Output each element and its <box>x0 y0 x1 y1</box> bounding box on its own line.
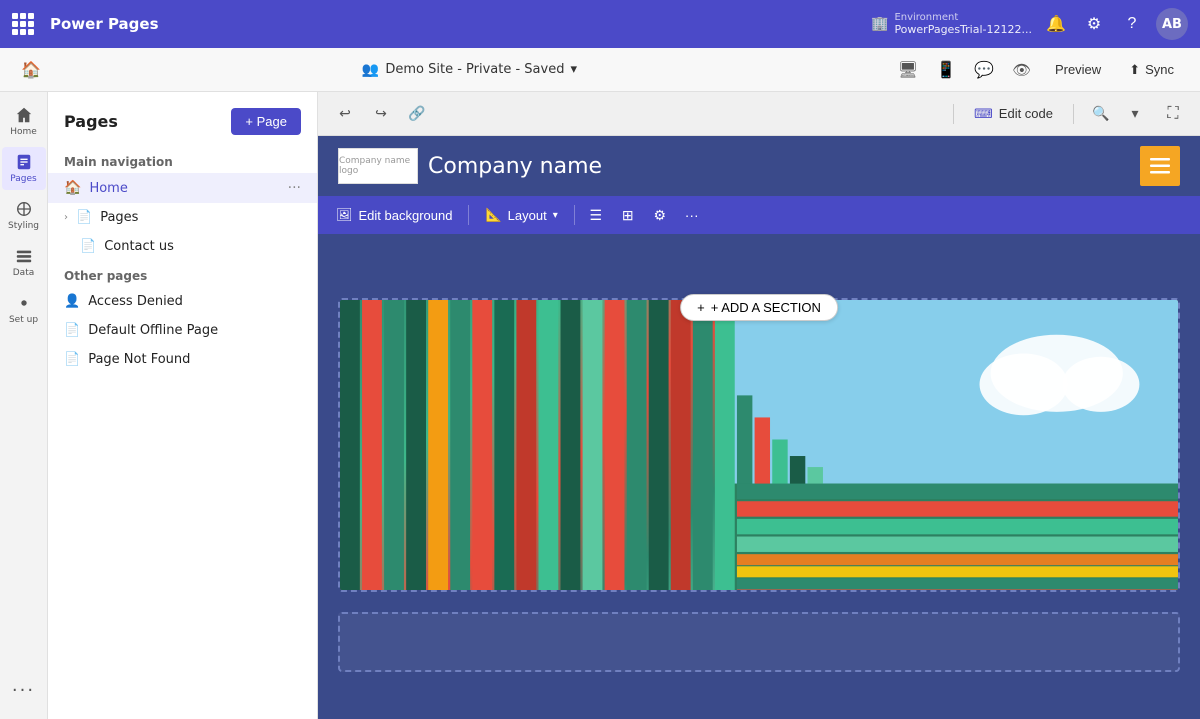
add-section-button[interactable]: + + ADD A SECTION <box>680 294 838 321</box>
sec-separator-1 <box>468 205 469 225</box>
nav-item-pages[interactable]: › 📄 Pages <box>48 203 317 232</box>
sec-separator-2 <box>574 205 575 225</box>
eye-icon[interactable]: 👁 <box>1007 55 1037 85</box>
avatar[interactable]: AB <box>1156 8 1188 40</box>
layout-caret-icon: ▾ <box>553 210 558 221</box>
sidebar-icons: Home Pages Styling Data Set up ··· <box>0 92 48 719</box>
component-settings-icon[interactable]: ⚙ <box>645 200 675 230</box>
align-icon[interactable]: ☰ <box>581 200 611 230</box>
main-layout: Home Pages Styling Data Set up ··· Pages <box>0 92 1200 719</box>
company-logo: Company name logo <box>338 148 418 184</box>
app-name: Power Pages <box>50 15 159 33</box>
site-logo-area: Company name logo Company name <box>338 148 602 184</box>
pages-label: Pages <box>100 210 301 225</box>
desktop-view-icon[interactable]: 🖥 <box>893 55 923 85</box>
notifications-icon[interactable]: 🔔 <box>1042 10 1070 38</box>
sync-label: Sync <box>1145 62 1174 77</box>
preview-button[interactable]: Preview <box>1045 58 1111 81</box>
contact-us-label: Contact us <box>104 239 301 254</box>
page-not-found-icon: 📄 <box>64 352 80 367</box>
preview-label: Preview <box>1055 62 1101 77</box>
link-button[interactable]: 🔗 <box>402 99 432 129</box>
sidebar-item-styling[interactable]: Styling <box>2 194 46 237</box>
hero-image <box>340 300 1178 590</box>
editor-toolbar: ↩ ↪ 🔗 ⌨ Edit code 🔍 ▾ ⛶ <box>318 92 1200 136</box>
edit-bg-icon: 🖼 <box>336 207 353 223</box>
edit-background-label: Edit background <box>359 208 453 223</box>
other-pages-label: Other pages <box>48 261 317 287</box>
page-not-found-label: Page Not Found <box>88 352 301 367</box>
sub-bar: 🏠 👥 Demo Site - Private - Saved ▾ 🖥 📱 💬 … <box>0 48 1200 92</box>
help-icon[interactable]: ? <box>1118 10 1146 38</box>
add-page-button[interactable]: + Page <box>231 108 301 135</box>
access-denied-label: Access Denied <box>88 294 301 309</box>
undo-button[interactable]: ↩ <box>330 99 360 129</box>
site-name: Demo Site - Private - Saved <box>385 62 564 77</box>
add-page-label: + Page <box>245 114 287 129</box>
distribute-icon[interactable]: ⊞ <box>613 200 643 230</box>
nav-item-default-offline[interactable]: 📄 Default Offline Page <box>48 316 317 345</box>
contact-us-icon: 📄 <box>80 239 96 254</box>
access-denied-icon: 👤 <box>64 294 80 309</box>
sidebar-item-data[interactable]: Data <box>2 241 46 284</box>
sidebar-panel: Pages + Page Main navigation 🏠 Home ··· … <box>48 92 318 719</box>
toolbar-divider <box>953 104 954 124</box>
nav-item-home[interactable]: 🏠 Home ··· <box>48 173 317 203</box>
sidebar-item-more[interactable]: ··· <box>2 674 46 707</box>
sidebar-item-setup[interactable]: Set up <box>2 288 46 331</box>
more-options-icon[interactable]: ··· <box>677 200 707 230</box>
env-info: Environment PowerPagesTrial-12122... <box>894 12 1032 36</box>
add-section-label: + ADD A SECTION <box>711 300 821 315</box>
company-name: Company name <box>428 154 602 179</box>
comment-icon[interactable]: 💬 <box>969 55 999 85</box>
top-bar: Power Pages 🏢 Environment PowerPagesTria… <box>0 0 1200 48</box>
page-canvas[interactable]: Company name logo Company name <box>318 136 1200 719</box>
nav-item-access-denied[interactable]: 👤 Access Denied <box>48 287 317 316</box>
panel-title: Pages <box>64 112 118 131</box>
default-offline-icon: 📄 <box>64 323 80 338</box>
home-more-icon[interactable]: ··· <box>288 180 301 196</box>
vscode-icon: ⌨ <box>974 106 993 122</box>
panel-header: Pages + Page <box>48 104 317 147</box>
home-page-icon: 🏠 <box>64 180 81 196</box>
edit-code-label: Edit code <box>999 106 1053 121</box>
lower-section <box>338 612 1180 672</box>
site-header: Company name logo Company name <box>318 136 1200 196</box>
dropdown-caret-icon[interactable]: ▾ <box>570 62 577 77</box>
pages-page-icon: 📄 <box>76 210 92 225</box>
sidebar-item-home[interactable]: Home <box>2 100 46 143</box>
layout-icon: 📐 <box>485 207 501 223</box>
home-page-label: Home <box>89 181 279 196</box>
section-toolbar: 🖼 Edit background 📐 Layout ▾ ☰ ⊞ ⚙ <box>318 196 1200 234</box>
settings-icon[interactable]: ⚙ <box>1080 10 1108 38</box>
site-frame: Company name logo Company name <box>318 136 1200 719</box>
redo-button[interactable]: ↪ <box>366 99 396 129</box>
nav-item-contact-us[interactable]: 📄 Contact us <box>48 232 317 261</box>
zoom-dropdown-icon[interactable]: ▾ <box>1120 99 1150 129</box>
nav-item-page-not-found[interactable]: 📄 Page Not Found <box>48 345 317 374</box>
default-offline-label: Default Offline Page <box>88 323 301 338</box>
sync-button[interactable]: ⬆ Sync <box>1119 58 1184 82</box>
site-selector[interactable]: 👥 Demo Site - Private - Saved ▾ <box>54 62 885 78</box>
plus-icon: + <box>697 300 705 315</box>
tablet-view-icon[interactable]: 📱 <box>931 55 961 85</box>
edit-background-button[interactable]: 🖼 Edit background <box>326 203 462 227</box>
sidebar-item-pages[interactable]: Pages <box>2 147 46 190</box>
zoom-controls: 🔍 ▾ <box>1086 99 1150 129</box>
zoom-icon[interactable]: 🔍 <box>1086 99 1116 129</box>
edit-code-button[interactable]: ⌨ Edit code <box>966 102 1061 126</box>
toolbar-divider-2 <box>1073 104 1074 124</box>
content-area: ↩ ↪ 🔗 ⌨ Edit code 🔍 ▾ ⛶ <box>318 92 1200 719</box>
hero-section <box>338 298 1180 592</box>
pages-chevron-icon: › <box>64 212 68 223</box>
expand-icon[interactable]: ⛶ <box>1158 99 1188 129</box>
waffle-icon[interactable] <box>12 13 34 35</box>
hamburger-menu-button[interactable] <box>1140 146 1180 186</box>
layout-button[interactable]: 📐 Layout ▾ <box>475 203 567 227</box>
main-nav-label: Main navigation <box>48 147 317 173</box>
layout-label: Layout <box>508 208 547 223</box>
home-nav-icon[interactable]: 🏠 <box>16 55 46 85</box>
